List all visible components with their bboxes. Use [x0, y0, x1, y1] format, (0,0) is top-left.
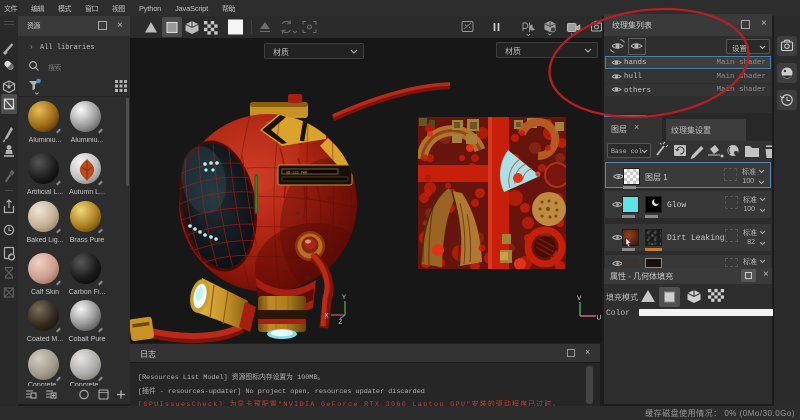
svg-text:Z: Z: [339, 320, 343, 326]
svg-text:V: V: [577, 295, 582, 302]
svg-text:AB-123 PWR: AB-123 PWR: [286, 172, 308, 176]
svg-text:Y: Y: [342, 295, 346, 301]
svg-text:X: X: [325, 314, 329, 320]
svg-text:U: U: [597, 315, 602, 322]
